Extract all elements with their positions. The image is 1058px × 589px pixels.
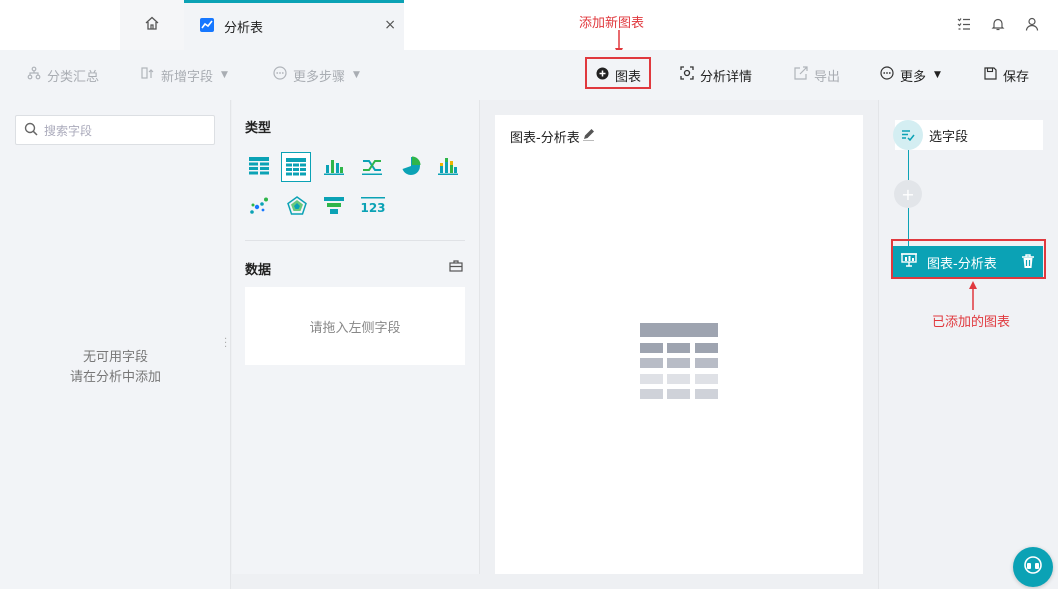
close-icon[interactable]: × [384,17,396,33]
data-dropzone[interactable]: 请拖入左侧字段 [245,287,465,365]
caret-down-icon: ▼ [934,70,941,80]
fields-panel: 搜索字段 无可用字段 请在分析中添加 · · · [0,100,231,589]
edit-pencil-icon[interactable] [582,128,595,145]
toolbar: 分类汇总 新增字段 ▼ 更多步骤 ▼ 图表 分析详情 导出 更多 ▼ 保存 [0,50,1058,100]
annotation-arrow-up-icon [969,281,977,310]
search-icon [24,122,38,139]
search-placeholder: 搜索字段 [44,123,93,138]
top-tab-bar: 分析表 × [0,0,1058,50]
annotation-added-chart: 已添加的图表 [932,315,1011,330]
save-button[interactable]: 保存 [984,50,1029,100]
caret-down-icon: ▼ [221,70,228,80]
section-divider [245,240,465,241]
scatter-chart-icon[interactable] [245,192,273,220]
analysis-detail-button[interactable]: 分析详情 [680,50,752,100]
headset-icon [1023,555,1043,579]
more-button[interactable]: 更多 ▼ [880,50,941,100]
empty-table-placeholder-icon [640,323,718,405]
add-column-icon [141,66,155,84]
export-icon [794,66,808,84]
chart-canvas: 图表-分析表 [495,115,863,574]
group-summary-label: 分类汇总 [47,69,100,85]
tab-analysis-table[interactable]: 分析表 × [184,0,404,50]
add-field-label: 新增字段 [161,69,214,85]
user-icon[interactable] [1024,16,1040,32]
step-connector [908,150,909,180]
help-button[interactable] [1013,547,1053,587]
table-icon[interactable] [245,152,273,180]
more-steps-button[interactable]: 更多步骤 ▼ [273,50,360,100]
analysis-detail-label: 分析详情 [700,69,753,85]
drop-hint: 请拖入左侧字段 [309,320,401,336]
home-icon [144,15,160,35]
group-summary-button[interactable]: 分类汇总 [27,50,99,100]
empty-fields-line1: 无可用字段 [82,350,148,365]
data-section-title: 数据 [245,263,272,278]
hierarchy-icon [27,66,41,84]
highlight-box-added-chart [891,239,1046,279]
annotation-add-new-chart: 添加新图表 [579,16,645,31]
toolbox-icon[interactable] [449,260,463,276]
select-fields-icon [893,120,923,150]
chart-config-panel: 类型 123 数据 请拖入左侧字段 [232,100,480,574]
funnel-chart-icon[interactable] [320,192,348,220]
svg-text:123: 123 [361,201,385,215]
type-section-title: 类型 [245,121,272,136]
more-circle-icon [880,66,894,84]
drag-handle-icon[interactable]: · · · [224,335,227,353]
step-select-fields-label: 选字段 [929,129,969,145]
empty-fields-line2: 请在分析中添加 [69,370,161,385]
empty-fields-message: 无可用字段 请在分析中添加 [0,348,231,388]
task-list-icon[interactable] [956,16,972,32]
detail-table-icon[interactable] [281,152,311,182]
stacked-bar-chart-icon[interactable] [434,152,462,180]
export-label: 导出 [814,69,841,85]
more-label: 更多 [900,69,927,85]
tab-label: 分析表 [224,21,264,36]
more-steps-label: 更多步骤 [293,69,346,85]
chart-title[interactable]: 图表-分析表 [510,127,580,146]
more-circle-icon [273,66,287,84]
search-input[interactable]: 搜索字段 [15,115,215,145]
radar-chart-icon[interactable] [283,192,311,220]
caret-down-icon: ▼ [353,70,360,80]
cross-line-chart-icon[interactable] [358,152,386,180]
save-label: 保存 [1003,69,1030,85]
line-chart-icon [200,17,214,36]
pie-chart-icon[interactable] [397,152,425,180]
canvas-title: 图表-分析表 [510,127,595,146]
add-field-button[interactable]: 新增字段 ▼ [141,50,228,100]
number-card-icon[interactable]: 123 [358,192,388,220]
add-step-icon[interactable]: + [894,180,922,208]
export-button[interactable]: 导出 [794,50,840,100]
analysis-steps-panel: 选字段 + 图表-分析表 [878,100,1058,589]
scan-detail-icon [680,66,694,84]
home-tab[interactable] [120,0,184,50]
bell-icon[interactable] [990,16,1006,32]
bar-chart-icon[interactable] [320,152,348,180]
highlight-box-add-chart [585,57,651,89]
save-icon [984,66,997,84]
